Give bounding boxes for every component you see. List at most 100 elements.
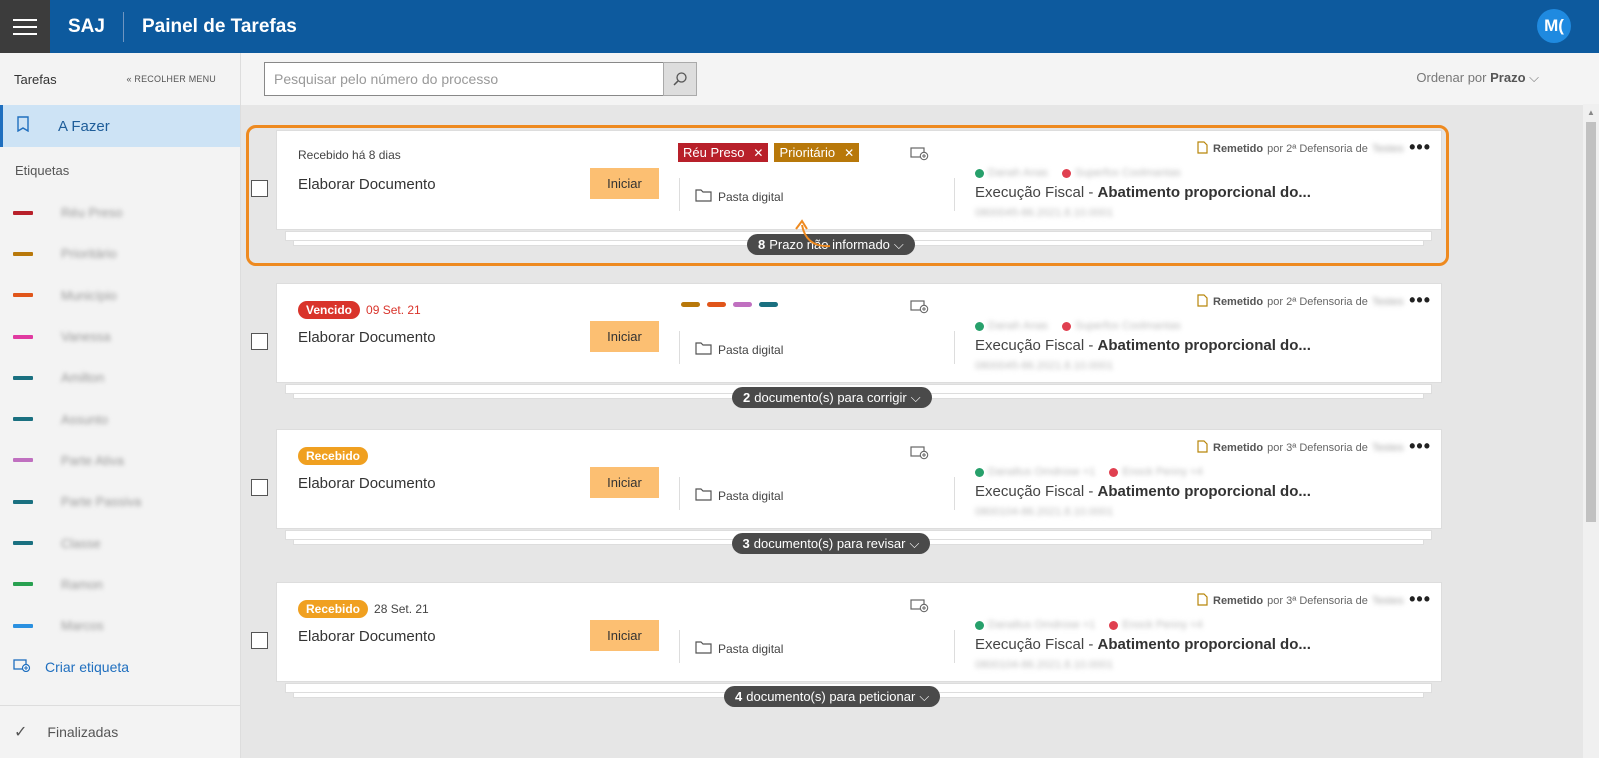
search-input[interactable]: Pesquisar pelo número do processo: [264, 62, 664, 96]
more-options-icon[interactable]: •••: [1409, 290, 1431, 311]
forwarded-info: Remetido por 3ª Defensoria de Testes: [1197, 440, 1404, 456]
add-tag-icon: [13, 658, 31, 676]
scroll-up-icon[interactable]: ▲: [1587, 108, 1595, 117]
sidebar-item-finalizadas[interactable]: ✓ Finalizadas: [0, 705, 240, 758]
avatar[interactable]: M(: [1537, 9, 1571, 43]
scrollbar-thumb[interactable]: [1586, 122, 1596, 522]
forwarded-location: Testes: [1371, 595, 1404, 607]
sidebar-tag-item[interactable]: Ramon: [0, 564, 240, 605]
badge-count: 2: [743, 390, 751, 405]
mini-tag-swatch: [707, 302, 726, 307]
add-tag-icon[interactable]: [910, 598, 929, 617]
task-checkbox[interactable]: [251, 333, 268, 350]
divider: [954, 630, 955, 663]
more-options-icon[interactable]: •••: [1409, 589, 1431, 610]
toolbar: Pesquisar pelo número do processo Ordena…: [241, 53, 1599, 105]
search-button[interactable]: [663, 62, 697, 96]
more-options-icon[interactable]: •••: [1409, 436, 1431, 457]
process-description: Execução Fiscal - Abatimento proporciona…: [975, 337, 1311, 354]
digital-folder-link[interactable]: Pasta digital: [695, 640, 783, 658]
active-party-icon: [975, 620, 984, 630]
document-icon: [1197, 593, 1208, 609]
deadline-badge[interactable]: 4 documento(s) para peticionar ⌵: [724, 686, 941, 707]
sidebar-tag-item[interactable]: Parte Passiva: [0, 481, 240, 522]
chevron-down-icon: ⌵: [919, 688, 930, 704]
card-status: Vencido 09 Set. 21: [298, 301, 421, 319]
process-description: Execução Fiscal - Abatimento proporciona…: [975, 483, 1311, 500]
forwarded-location: Testes: [1371, 296, 1404, 308]
task-checkbox[interactable]: [251, 479, 268, 496]
chevron-down-icon: ⌵: [1529, 70, 1539, 85]
tag-name: Ramon: [61, 576, 103, 592]
status-badge: Recebido: [298, 600, 369, 618]
document-icon: [1197, 440, 1208, 456]
sidebar-tag-item[interactable]: Município: [0, 275, 240, 316]
start-button[interactable]: Iniciar: [590, 620, 659, 651]
divider: [954, 477, 955, 510]
highlight-frame: [246, 125, 1449, 266]
tag-color-swatch: [13, 210, 33, 215]
menu-icon[interactable]: [0, 0, 50, 53]
tag-color-swatch: [13, 458, 33, 463]
deadline-badge[interactable]: 2 documento(s) para corrigir ⌵: [732, 387, 932, 408]
sort-dropdown[interactable]: Ordenar por Prazo ⌵: [1416, 70, 1539, 86]
badge-count: 3: [742, 536, 750, 551]
add-tag-icon[interactable]: [910, 299, 929, 318]
top-bar: SAJ Painel de Tarefas M(: [0, 0, 1599, 53]
deadline-badge[interactable]: 3 documento(s) para revisar ⌵: [731, 533, 931, 554]
divider: [679, 477, 680, 510]
task-title: Elaborar Documento: [298, 475, 436, 492]
tag-name: Assunto: [61, 411, 108, 427]
tag-color-swatch: [13, 623, 33, 628]
parties: Danaltus Omdrose +1 Enock Penny +4: [975, 619, 1203, 631]
folder-label: Pasta digital: [718, 343, 784, 357]
create-tag-link[interactable]: Criar etiqueta: [13, 658, 129, 676]
start-button[interactable]: Iniciar: [590, 321, 659, 352]
sidebar-tag-item[interactable]: Amilton: [0, 357, 240, 398]
collapse-menu-button[interactable]: « RECOLHER MENU: [126, 74, 216, 84]
passive-party: Superfox Coolmantas: [1074, 320, 1181, 332]
parties: Danah Anas Superfox Coolmantas: [975, 320, 1181, 332]
digital-folder-link[interactable]: Pasta digital: [695, 341, 783, 359]
divider: [679, 630, 680, 663]
card-status: Recebido: [298, 447, 374, 465]
start-button[interactable]: Iniciar: [590, 467, 659, 498]
add-tag-icon[interactable]: [910, 445, 929, 464]
sidebar-item-a-fazer[interactable]: A Fazer: [0, 105, 240, 147]
process-class: Execução Fiscal -: [975, 636, 1098, 653]
create-tag-label: Criar etiqueta: [45, 659, 130, 675]
tag-color-swatch: [13, 293, 33, 298]
sidebar-tag-item[interactable]: Prioritário: [0, 233, 240, 274]
tag-name: Marcos: [61, 618, 104, 634]
forwarded-label: Remetido: [1213, 296, 1264, 308]
active-party: Danaltus Omdrose +1: [988, 619, 1096, 631]
card-mini-tags[interactable]: [681, 302, 778, 307]
sidebar-tag-item[interactable]: Parte Ativa: [0, 440, 240, 481]
header-divider: [122, 11, 124, 42]
sidebar-tag-item[interactable]: Réu Preso: [0, 192, 240, 233]
passive-party-icon: [1061, 321, 1071, 331]
task-checkbox[interactable]: [251, 632, 268, 649]
sidebar-tag-item[interactable]: Assunto: [0, 398, 240, 439]
scrollbar[interactable]: ▲: [1583, 104, 1599, 758]
bookmark-icon: [16, 115, 30, 137]
sidebar-item-label: A Fazer: [58, 117, 110, 135]
passive-party-icon: [1109, 467, 1119, 477]
forwarded-label: Remetido: [1213, 442, 1264, 454]
active-party: Danah Anas: [988, 320, 1048, 332]
page-title: Painel de Tarefas: [141, 15, 297, 37]
task-card[interactable]: Recebido Elaborar Documento Iniciar Past…: [276, 429, 1442, 529]
sidebar-tag-item[interactable]: Marcos: [0, 605, 240, 646]
process-number: 0800104-86.2021.8.10.0001: [975, 506, 1114, 518]
forwarded-info: Remetido por 2ª Defensoria de Testes: [1197, 294, 1404, 310]
task-card[interactable]: Recebido 28 Set. 21 Elaborar Documento I…: [276, 582, 1442, 682]
sidebar-tag-item[interactable]: Vanessa: [0, 316, 240, 357]
folder-label: Pasta digital: [718, 489, 784, 503]
divider: [954, 331, 955, 364]
annotation-arrow: [795, 219, 831, 248]
task-card[interactable]: Vencido 09 Set. 21 Elaborar Documento In…: [276, 283, 1442, 383]
digital-folder-link[interactable]: Pasta digital: [695, 487, 783, 505]
tag-name: Amilton: [61, 370, 105, 386]
sidebar-item-label: Finalizadas: [47, 724, 119, 740]
sidebar-tag-item[interactable]: Classe: [0, 522, 240, 563]
